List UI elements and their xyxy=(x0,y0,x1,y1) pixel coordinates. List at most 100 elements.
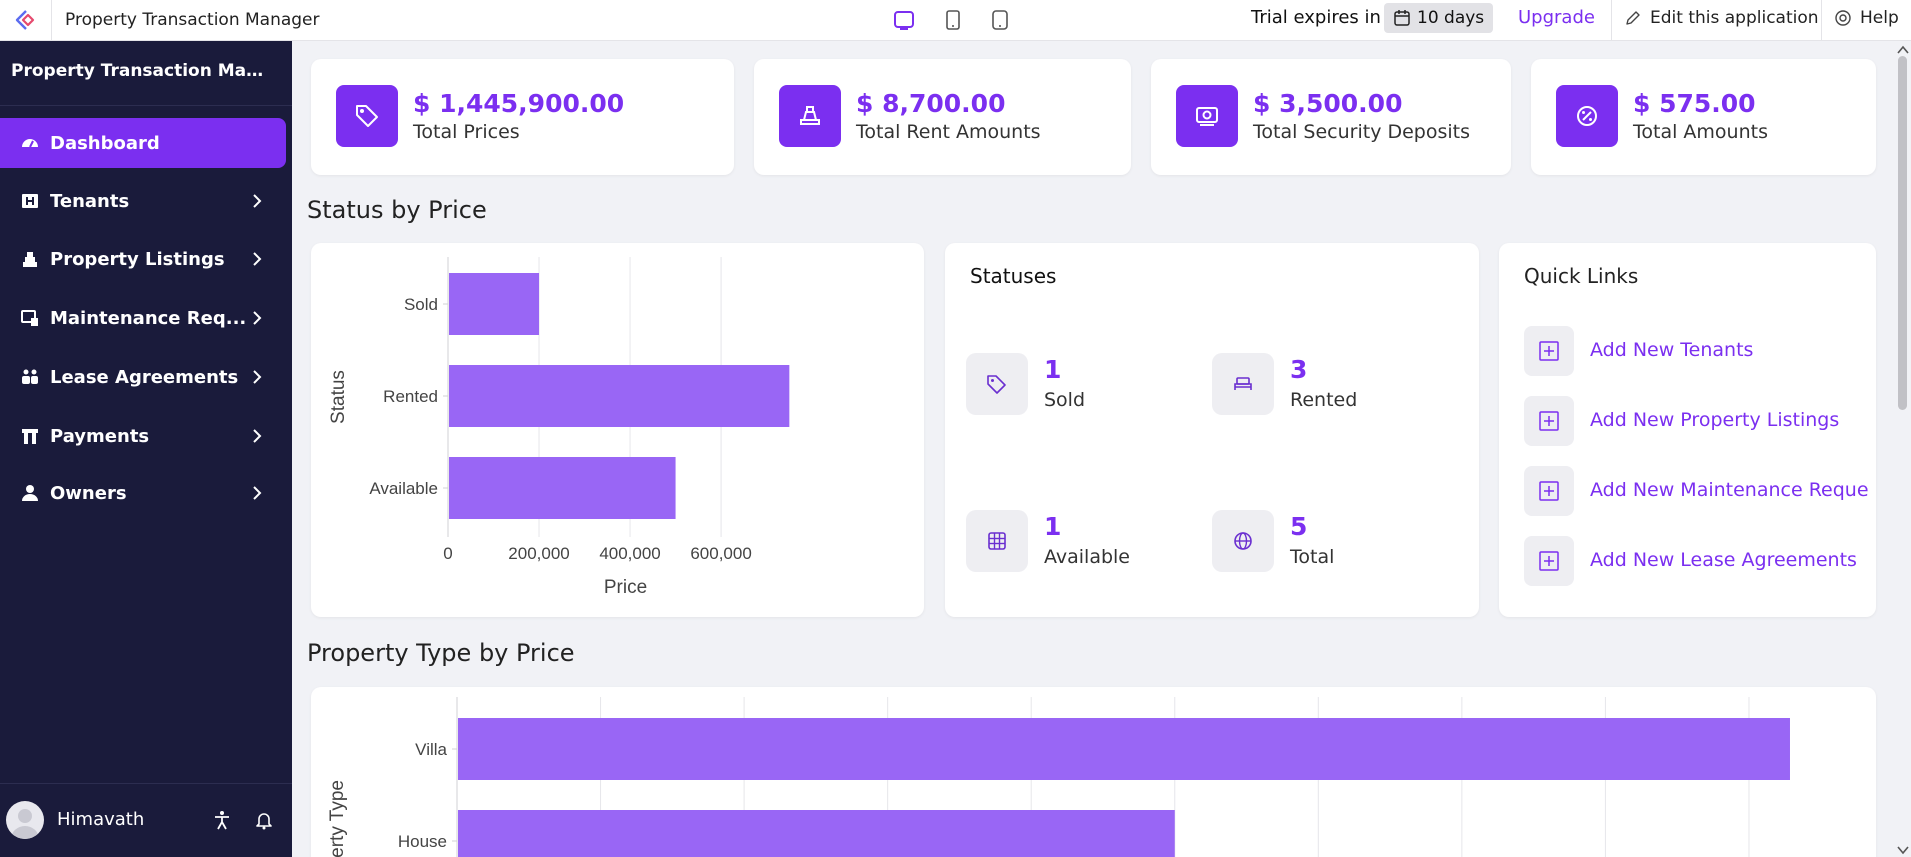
lease-icon xyxy=(20,367,40,387)
quick-link-label: Add New Property Listings xyxy=(1590,409,1840,431)
tablet-view-icon[interactable] xyxy=(939,6,967,34)
statuses-card: Statuses 1 Sold 3 Rented 1 Available 5 T… xyxy=(945,243,1479,617)
tag-icon xyxy=(966,353,1028,415)
status-count: 3 xyxy=(1290,355,1308,384)
help-button[interactable]: Help xyxy=(1834,0,1899,40)
quick-link-label: Add New Tenants xyxy=(1590,339,1754,361)
status-by-price-chart: Sold Rented Available 0 200,000 400,000 600,00… xyxy=(328,257,790,598)
status-item-sold: 1 Sold xyxy=(966,353,1196,423)
bar-sold xyxy=(449,273,540,335)
mobile-view-icon[interactable] xyxy=(986,6,1014,34)
trial-days-badge: 10 days xyxy=(1384,3,1494,33)
bell-icon[interactable] xyxy=(252,808,276,832)
trial-text: Trial expires in xyxy=(1251,7,1381,28)
avatar[interactable] xyxy=(6,801,44,839)
chevron-right-icon xyxy=(253,429,262,443)
status-label: Rented xyxy=(1290,389,1358,411)
stat-value: $ 1,445,900.00 xyxy=(413,89,625,118)
status-by-price-chart-card: Sold Rented Available 0 200,000 400,000 600,00… xyxy=(311,243,924,617)
sidebar-item-label: Owners xyxy=(50,482,127,504)
pencil-icon xyxy=(1626,11,1640,25)
chevron-right-icon xyxy=(253,486,262,500)
bar-available xyxy=(449,457,676,519)
maintenance-icon xyxy=(20,308,40,328)
sidebar-title: Property Transaction Man... xyxy=(11,61,271,81)
status-count: 5 xyxy=(1290,512,1308,541)
category-label: House xyxy=(398,832,447,851)
x-axis-label: Price xyxy=(604,577,647,598)
accessibility-icon[interactable] xyxy=(210,808,234,832)
dashboard-icon xyxy=(20,133,40,153)
category-label: Rented xyxy=(383,387,438,406)
bar-rented xyxy=(449,365,790,427)
app-logo-icon[interactable] xyxy=(0,0,52,40)
desktop-view-icon[interactable] xyxy=(890,6,918,34)
sidebar-item-maintenance-requests[interactable]: Maintenance Req... xyxy=(0,293,286,343)
chevron-right-icon xyxy=(253,194,262,208)
quick-link-label: Add New Lease Agreements xyxy=(1590,549,1857,571)
x-tick-label: 0 xyxy=(443,544,452,563)
globe-icon xyxy=(1212,510,1274,572)
sidebar-item-lease-agreements[interactable]: Lease Agreements xyxy=(0,352,286,402)
stat-card-total-security-deposits: $ 3,500.00 Total Security Deposits xyxy=(1151,59,1511,175)
bed-icon xyxy=(1212,353,1274,415)
plus-square-icon xyxy=(1524,326,1574,376)
stat-card-total-amounts: $ 575.00 Total Amounts xyxy=(1531,59,1876,175)
y-axis-label: Property Type xyxy=(327,780,348,857)
status-label: Sold xyxy=(1044,389,1086,411)
statuses-title: Statuses xyxy=(970,264,1057,288)
section-title-status-by-price: Status by Price xyxy=(307,196,487,224)
sidebar-item-dashboard[interactable]: Dashboard xyxy=(0,118,286,168)
sidebar-item-property-listings[interactable]: Property Listings xyxy=(0,234,286,284)
quick-link-add-property-listings[interactable]: Add New Property Listings xyxy=(1524,396,1874,446)
trial-days-value: 10 days xyxy=(1417,8,1485,28)
scroll-up-arrow-icon[interactable] xyxy=(1897,45,1909,55)
scroll-down-arrow-icon[interactable] xyxy=(1897,845,1909,855)
scrollbar-thumb[interactable] xyxy=(1898,56,1907,410)
user-name: Himavath xyxy=(57,809,145,830)
plus-square-icon xyxy=(1524,466,1574,516)
upgrade-link[interactable]: Upgrade xyxy=(1518,0,1595,40)
tag-icon xyxy=(336,85,398,147)
chevron-right-icon xyxy=(253,252,262,266)
tenants-icon xyxy=(20,191,40,211)
sidebar-item-label: Maintenance Req... xyxy=(50,307,247,329)
chevron-right-icon xyxy=(253,311,262,325)
deposit-icon xyxy=(1176,85,1238,147)
property-type-chart-card: Villa House Property Type xyxy=(311,687,1876,857)
payments-icon xyxy=(20,426,40,446)
chevron-right-icon xyxy=(253,370,262,384)
stat-card-total-rent: $ 8,700.00 Total Rent Amounts xyxy=(754,59,1131,175)
stat-label: Total Security Deposits xyxy=(1253,121,1471,143)
edit-application-button[interactable]: Edit this application xyxy=(1624,0,1819,40)
sidebar-item-label: Payments xyxy=(50,425,150,447)
quick-link-label: Add New Maintenance Reque xyxy=(1590,479,1869,501)
status-item-available: 1 Available xyxy=(966,510,1196,580)
section-title-property-type-by-price: Property Type by Price xyxy=(307,639,575,667)
sidebar: Property Transaction Man... Dashboard Te… xyxy=(0,41,292,857)
sidebar-item-owners[interactable]: Owners xyxy=(0,468,286,518)
app-title: Property Transaction Manager xyxy=(65,10,320,30)
category-label: Sold xyxy=(404,295,438,314)
y-axis-label: Status xyxy=(328,370,349,424)
status-item-rented: 3 Rented xyxy=(1212,353,1442,423)
sidebar-item-label: Lease Agreements xyxy=(50,366,239,388)
sidebar-item-tenants[interactable]: Tenants xyxy=(0,176,286,226)
property-icon xyxy=(20,249,40,269)
top-divider xyxy=(1821,0,1822,40)
top-divider xyxy=(1611,0,1612,40)
quick-link-add-tenants[interactable]: Add New Tenants xyxy=(1524,326,1874,376)
quick-links-title: Quick Links xyxy=(1524,264,1639,288)
stat-label: Total Rent Amounts xyxy=(856,121,1041,143)
rent-icon xyxy=(779,85,841,147)
sidebar-item-payments[interactable]: Payments xyxy=(0,411,286,461)
sidebar-item-label: Property Listings xyxy=(50,248,225,270)
stat-value: $ 575.00 xyxy=(1633,89,1756,118)
status-label: Available xyxy=(1044,546,1131,568)
plus-square-icon xyxy=(1524,396,1574,446)
quick-link-add-maintenance-requests[interactable]: Add New Maintenance Reque xyxy=(1524,466,1874,516)
stat-value: $ 8,700.00 xyxy=(856,89,1006,118)
quick-link-add-lease-agreements[interactable]: Add New Lease Agreements xyxy=(1524,536,1874,586)
owners-icon xyxy=(20,483,40,503)
bar-house xyxy=(458,810,1175,857)
